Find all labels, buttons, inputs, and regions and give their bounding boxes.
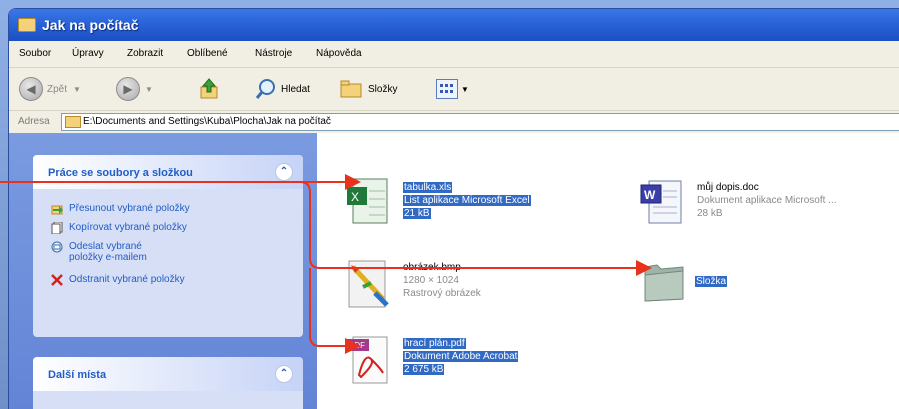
task-delete-label: Odstranit vybrané položky	[69, 274, 185, 285]
email-icon	[51, 241, 63, 253]
views-icon	[436, 79, 458, 99]
move-icon	[51, 203, 63, 215]
screenshot-frame: Jak na počítač Soubor Úpravy Zobrazit Ob…	[0, 0, 899, 409]
file-name: můj dopis.doc	[697, 182, 759, 193]
chevron-down-icon: ▼	[73, 84, 81, 94]
folders-label: Složky	[368, 83, 398, 95]
file-name: hrací plán.pdf	[403, 338, 466, 349]
other-places-panel: Další místa ⌃	[33, 357, 303, 409]
window-title: Jak na počítač	[42, 17, 139, 33]
address-label: Adresa	[18, 116, 50, 127]
file-name: tabulka.xls	[403, 182, 453, 193]
file-dimensions: 1280 × 1024	[403, 275, 459, 286]
title-bar[interactable]: Jak na počítač	[9, 9, 899, 41]
file-size: 28 kB	[697, 208, 723, 219]
other-places-title: Další místa	[48, 369, 107, 381]
other-places-header[interactable]: Další místa ⌃	[33, 357, 303, 391]
back-label: Zpět	[47, 83, 68, 95]
chevron-down-icon: ▼	[145, 84, 153, 94]
collapse-icon[interactable]: ⌃	[275, 163, 293, 181]
word-icon: W	[639, 177, 689, 233]
file-type: List aplikace Microsoft Excel	[403, 195, 531, 206]
menu-tools[interactable]: Nástroje	[255, 48, 292, 59]
folder-icon	[639, 255, 689, 311]
file-meta: Složka	[695, 275, 728, 288]
task-move-label: Přesunout vybrané položky	[69, 203, 190, 214]
paint-icon	[345, 257, 395, 313]
task-copy-label: Kopírovat vybrané položky	[69, 222, 187, 233]
svg-text:X: X	[351, 190, 359, 204]
back-arrow-icon: ◀	[19, 77, 43, 101]
views-button[interactable]: ▼	[436, 68, 469, 110]
explorer-window: Jak na počítač Soubor Úpravy Zobrazit Ob…	[8, 8, 899, 409]
up-button[interactable]	[199, 68, 219, 110]
copy-icon	[51, 221, 63, 235]
svg-text:PDF: PDF	[349, 341, 365, 350]
menu-file[interactable]: Soubor	[19, 48, 51, 59]
file-meta: můj dopis.doc Dokument aplikace Microsof…	[697, 181, 837, 220]
folder-icon	[18, 18, 36, 32]
delete-icon	[51, 274, 63, 286]
toolbar: ◀ Zpět ▼ ▶ ▼ Hledat Složky ▼	[9, 68, 899, 111]
file-list: X tabulka.xls List aplikace Microsoft Ex…	[317, 133, 899, 409]
file-type: Dokument aplikace Microsoft ...	[697, 195, 837, 206]
file-type: Dokument Adobe Acrobat	[403, 351, 519, 362]
task-email-label: Odeslat vybrané položky e-mailem	[69, 241, 147, 263]
menu-help[interactable]: Nápověda	[316, 48, 362, 59]
address-bar: Adresa E:\Documents and Settings\Kuba\Pl…	[9, 111, 899, 134]
file-tasks-panel: Práce se soubory a složkou ⌃ Přesunout v…	[33, 155, 303, 337]
svg-text:W: W	[644, 188, 656, 202]
file-tasks-header[interactable]: Práce se soubory a složkou ⌃	[33, 155, 303, 189]
collapse-icon[interactable]: ⌃	[275, 365, 293, 383]
menu-edit[interactable]: Úpravy	[72, 48, 104, 59]
search-label: Hledat	[281, 83, 310, 95]
folder-icon	[65, 116, 81, 128]
up-folder-icon	[199, 78, 219, 100]
pdf-icon: PDF	[345, 333, 395, 389]
address-path: E:\Documents and Settings\Kuba\Plocha\Ja…	[83, 116, 331, 127]
excel-icon: X	[345, 177, 395, 233]
search-icon	[255, 78, 277, 100]
folders-icon	[340, 79, 364, 99]
file-meta: tabulka.xls List aplikace Microsoft Exce…	[403, 181, 531, 220]
menu-view[interactable]: Zobrazit	[127, 48, 163, 59]
file-tasks-title: Práce se soubory a složkou	[48, 167, 193, 179]
folder-name: Složka	[695, 276, 728, 287]
file-size: 21 kB	[403, 208, 431, 219]
task-pane: Práce se soubory a složkou ⌃ Přesunout v…	[9, 133, 317, 409]
file-name: obrázek.bmp	[403, 262, 461, 273]
address-field[interactable]: E:\Documents and Settings\Kuba\Plocha\Ja…	[61, 113, 899, 131]
search-button[interactable]: Hledat	[255, 68, 310, 110]
file-type: Rastrový obrázek	[403, 288, 481, 299]
back-button[interactable]: ◀ Zpět ▼	[19, 68, 81, 110]
file-meta: hrací plán.pdf Dokument Adobe Acrobat 2 …	[403, 337, 519, 376]
chevron-down-icon: ▼	[461, 84, 469, 94]
forward-arrow-icon: ▶	[116, 77, 140, 101]
forward-button[interactable]: ▶ ▼	[116, 68, 153, 110]
folders-button[interactable]: Složky	[340, 68, 397, 110]
file-size: 2 675 kB	[403, 364, 445, 375]
file-meta: obrázek.bmp 1280 × 1024 Rastrový obrázek	[403, 261, 481, 300]
menu-favorites[interactable]: Oblíbené	[187, 48, 228, 59]
menu-bar: Soubor Úpravy Zobrazit Oblíbené Nástroje…	[9, 41, 899, 68]
